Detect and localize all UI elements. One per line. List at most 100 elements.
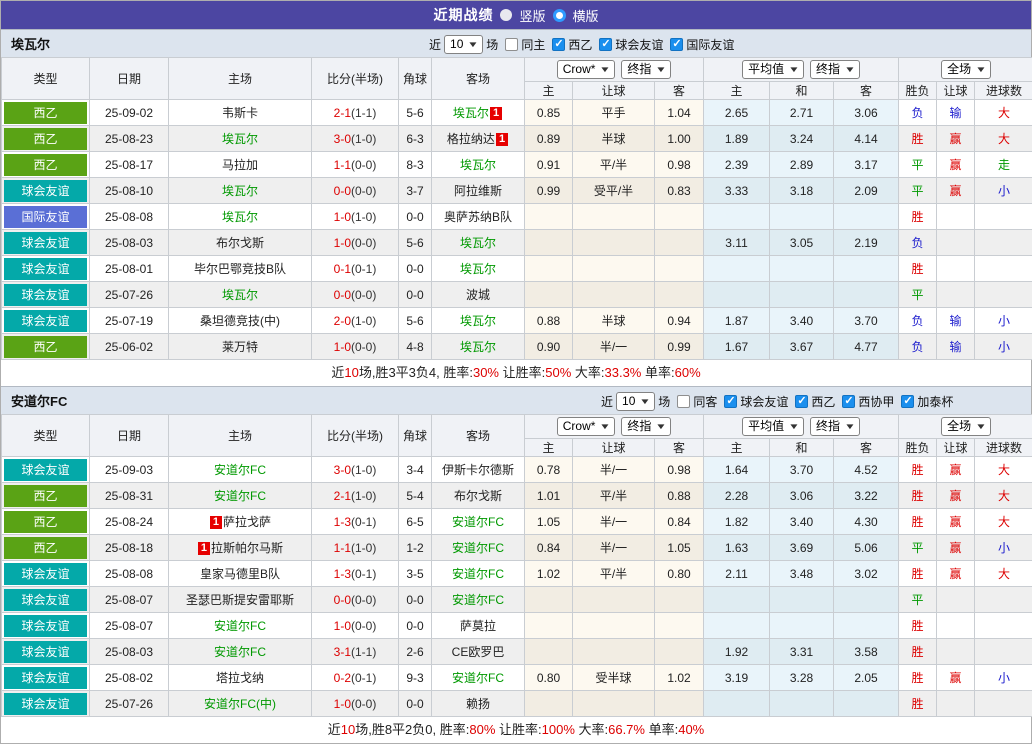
score-cell: 2-0(1-0) <box>312 308 399 334</box>
average-select[interactable]: 平均值▼ <box>742 60 804 79</box>
crow-home-odds-cell <box>525 204 573 230</box>
date-cell: 25-06-02 <box>90 334 169 360</box>
horizontal-layout-radio[interactable] <box>553 9 566 22</box>
crow-home-odds-cell <box>525 691 573 717</box>
avg-draw-odds-cell: 3.70 <box>770 457 834 483</box>
crow-handicap-cell <box>573 587 655 613</box>
filter-checkbox-4[interactable] <box>901 395 914 408</box>
avg-home-odds-cell: 1.92 <box>704 639 770 665</box>
filter-checkbox-label: 球会友谊 <box>615 36 663 53</box>
odds-stage-select[interactable]: 终指▼ <box>621 60 671 79</box>
score-cell: 0-0(0-0) <box>312 282 399 308</box>
bookmaker-header: Crow*▼ 终指▼ <box>525 58 704 82</box>
col-avg-home: 主 <box>704 82 770 100</box>
home-team-cell: 马拉加 <box>169 152 312 178</box>
score-cell: 0-0(0-0) <box>312 178 399 204</box>
match-type-cell: 西乙 <box>2 483 90 509</box>
match-count-select[interactable]: 10▼ <box>616 392 655 411</box>
average-stage-select[interactable]: 终指▼ <box>810 417 860 436</box>
matches-table-andorra: 类型 日期 主场 比分(半场) 角球 客场 Crow*▼ 终指▼ 平均值▼ 终指… <box>1 414 1032 717</box>
score-cell: 1-0(0-0) <box>312 230 399 256</box>
avg-away-odds-cell <box>834 613 899 639</box>
avg-home-odds-cell: 1.63 <box>704 535 770 561</box>
score-cell: 2-1(1-1) <box>312 100 399 126</box>
away-team-cell: 埃瓦尔 <box>432 230 525 256</box>
team-name: 阿拉维斯 <box>454 184 502 198</box>
team-name: 埃瓦尔 <box>222 288 258 302</box>
bookmaker-select[interactable]: Crow*▼ <box>557 60 616 79</box>
date-cell: 25-08-07 <box>90 613 169 639</box>
match-type-cell: 球会友谊 <box>2 178 90 204</box>
avg-home-odds-cell <box>704 691 770 717</box>
filter-checkbox-2[interactable] <box>795 395 808 408</box>
team-name: 马拉加 <box>222 158 258 172</box>
filter-checkbox-3[interactable] <box>842 395 855 408</box>
crow-handicap-cell: 半/一 <box>573 457 655 483</box>
home-team-cell: 安道尔FC <box>169 483 312 509</box>
avg-draw-odds-cell: 3.06 <box>770 483 834 509</box>
avg-draw-odds-cell <box>770 256 834 282</box>
filter-checkbox-0[interactable] <box>505 38 518 51</box>
wdl-result-cell: 负 <box>899 100 937 126</box>
date-cell: 25-09-03 <box>90 457 169 483</box>
red-card-badge: 1 <box>490 107 502 120</box>
vertical-layout-radio[interactable] <box>500 9 512 21</box>
red-card-badge: 1 <box>198 542 210 555</box>
result-scope-header: 全场▼ <box>899 58 1032 82</box>
avg-draw-odds-cell: 2.71 <box>770 100 834 126</box>
average-stage-select[interactable]: 终指▼ <box>810 60 860 79</box>
table-row: 球会友谊25-08-07圣瑟巴斯提安雷耶斯0-0(0-0)0-0安道尔FC平 <box>2 587 1032 613</box>
col-crow-handicap: 让球 <box>573 439 655 457</box>
filter-checkbox-1[interactable] <box>552 38 565 51</box>
match-type-cell: 西乙 <box>2 509 90 535</box>
average-select[interactable]: 平均值▼ <box>742 417 804 436</box>
score-cell: 1-0(1-0) <box>312 204 399 230</box>
home-team-cell: 埃瓦尔 <box>169 126 312 152</box>
col-away: 客场 <box>432 58 525 100</box>
full-match-select[interactable]: 全场▼ <box>941 417 991 436</box>
chevron-down-icon: ▼ <box>599 62 611 77</box>
away-team-cell: 安道尔FC <box>432 535 525 561</box>
filter-checkbox-1[interactable] <box>724 395 737 408</box>
date-cell: 25-08-02 <box>90 665 169 691</box>
match-count-select[interactable]: 10▼ <box>444 35 483 54</box>
title-bar: 近期战绩 竖版 横版 <box>1 1 1031 29</box>
goals-result-cell <box>975 256 1032 282</box>
goals-result-cell: 大 <box>975 126 1032 152</box>
recent-results-panel: 近期战绩 竖版 横版 埃瓦尔 近10▼场同主西乙球会友谊国际友谊 类型 日期 主… <box>0 0 1032 744</box>
matches-table-eibar: 类型 日期 主场 比分(半场) 角球 客场 Crow*▼ 终指▼ 平均值▼ 终指… <box>1 57 1032 360</box>
table-row: 球会友谊25-08-07安道尔FC1-0(0-0)0-0萨莫拉胜 <box>2 613 1032 639</box>
match-type-cell: 球会友谊 <box>2 613 90 639</box>
handicap-result-cell <box>937 204 975 230</box>
table-row: 球会友谊25-08-01毕尔巴鄂竞技B队0-1(0-1)0-0埃瓦尔胜 <box>2 256 1032 282</box>
home-team-cell: 布尔戈斯 <box>169 230 312 256</box>
wdl-result-cell: 负 <box>899 230 937 256</box>
corner-cell: 0-0 <box>399 256 432 282</box>
avg-away-odds-cell: 4.14 <box>834 126 899 152</box>
col-wdl: 胜负 <box>899 82 937 100</box>
home-team-cell: 埃瓦尔 <box>169 178 312 204</box>
avg-draw-odds-cell: 3.67 <box>770 334 834 360</box>
crow-home-odds-cell: 1.02 <box>525 561 573 587</box>
full-match-select[interactable]: 全场▼ <box>941 60 991 79</box>
wdl-result-cell: 负 <box>899 334 937 360</box>
avg-home-odds-cell: 2.39 <box>704 152 770 178</box>
away-team-cell: 埃瓦尔 <box>432 152 525 178</box>
filter-checkbox-3[interactable] <box>670 38 683 51</box>
date-cell: 25-08-31 <box>90 483 169 509</box>
avg-home-odds-cell: 1.64 <box>704 457 770 483</box>
goals-result-cell: 小 <box>975 178 1032 204</box>
bookmaker-select[interactable]: Crow*▼ <box>557 417 616 436</box>
filter-checkbox-label: 同主 <box>521 36 545 53</box>
team-name: 安道尔FC <box>452 567 504 581</box>
handicap-result-cell <box>937 256 975 282</box>
date-cell: 25-07-26 <box>90 282 169 308</box>
filter-checkbox-2[interactable] <box>599 38 612 51</box>
crow-away-odds-cell: 0.94 <box>655 308 704 334</box>
odds-stage-select[interactable]: 终指▼ <box>621 417 671 436</box>
team-name: 毕尔巴鄂竞技B队 <box>194 262 286 276</box>
col-avg-draw: 和 <box>770 82 834 100</box>
filter-checkbox-0[interactable] <box>677 395 690 408</box>
crow-handicap-cell: 平手 <box>573 100 655 126</box>
col-avg-home: 主 <box>704 439 770 457</box>
